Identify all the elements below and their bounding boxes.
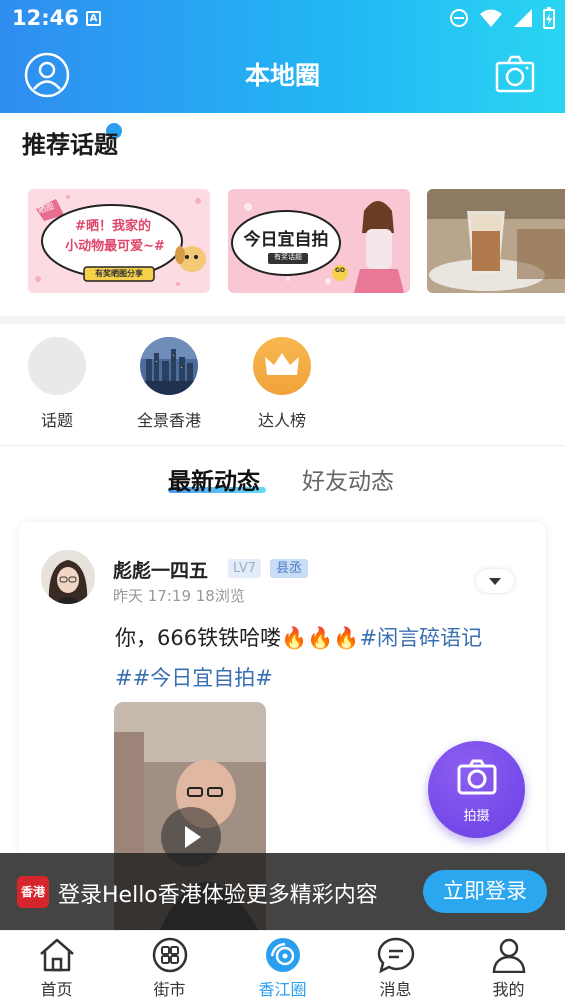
app-header: 12:46 A 本地圈 (0, 0, 565, 113)
divider (0, 445, 565, 446)
nav-messages-label: 消息 (379, 980, 412, 999)
selfie-card-tag: 有奖话题 (274, 253, 302, 261)
grid-icon (152, 937, 187, 973)
camera-icon[interactable] (495, 54, 535, 94)
entry-leaderboard-label: 达人榜 (257, 411, 306, 430)
page-title: 本地圈 (244, 61, 320, 90)
entry-hk-panorama[interactable]: 全景香港 (114, 335, 224, 431)
nav-profile[interactable]: 我的 (452, 931, 565, 1004)
nav-home[interactable]: 首页 (0, 931, 113, 1004)
shoot-label: 拍摄 (463, 809, 490, 824)
post-tag-1[interactable]: #闲言碎语记 (360, 626, 483, 650)
selfie-card-title: 今日宜自拍 (243, 230, 329, 250)
signal-icon (514, 9, 532, 27)
circle-icon (265, 938, 300, 972)
post-text: 你，666铁铁哈喽🔥🔥🔥#闲言碎语记 ##今日宜自拍# (115, 618, 525, 698)
nav-profile-label: 我的 (492, 980, 525, 999)
selfie-card-badge: GO (334, 267, 346, 274)
section-divider (0, 316, 565, 324)
nav-market-label: 街市 (153, 980, 186, 999)
wifi-icon (480, 9, 502, 27)
panorama-icon (140, 337, 198, 395)
fire-emoji: 🔥🔥🔥 (281, 626, 360, 650)
login-prompt: 登录Hello香港体验更多精彩内容 (58, 883, 378, 908)
crown-icon (253, 337, 311, 395)
level-badge: LV7 (228, 559, 261, 578)
status-icons (449, 7, 555, 29)
topic-carousel[interactable]: #晒！我家的 小动物最可爱~# 有奖晒图分享 晒图 今日宜自拍 有奖话题 GO (0, 189, 565, 295)
login-banner: 香港 登录Hello香港体验更多精彩内容 立即登录 (0, 853, 565, 930)
status-time: 12:46 (12, 6, 79, 30)
pets-card-line1: #晒！我家的 (75, 219, 151, 234)
post-menu-chevron-icon[interactable] (476, 569, 514, 593)
message-icon (377, 937, 414, 973)
topic-card-coffee[interactable] (427, 189, 565, 293)
topic-card-pets[interactable]: #晒！我家的 小动物最可爱~# 有奖晒图分享 晒图 (28, 189, 210, 293)
tab-latest[interactable]: 最新动态 (168, 462, 260, 496)
nav-market[interactable]: 街市 (113, 931, 226, 1004)
app-logo: 香港 (17, 876, 49, 908)
entry-leaderboard[interactable]: 达人榜 (227, 335, 337, 431)
entry-topics-label: 话题 (40, 411, 73, 430)
nav-circle-label: 香江圈 (258, 980, 307, 999)
nav-messages[interactable]: 消息 (339, 931, 452, 1004)
entry-hk-panorama-label: 全景香港 (136, 411, 201, 430)
nav-circle[interactable]: 香江圈 (226, 931, 339, 1004)
entry-topics[interactable]: 话题 (2, 335, 112, 431)
post-text-plain: 你，666铁铁哈喽 (115, 626, 282, 650)
section-title-recommended: 推荐话题 (22, 131, 118, 159)
coffee-photo (427, 189, 565, 293)
shoot-button[interactable]: 拍摄 (428, 741, 525, 838)
home-icon (39, 938, 74, 972)
profile-icon (492, 938, 525, 973)
pets-card-line2: 小动物最可爱~# (65, 239, 165, 254)
post-meta: 昨天 17:19 18浏览 (113, 587, 245, 605)
battery-icon (543, 7, 555, 29)
nav-home-label: 首页 (40, 980, 73, 999)
login-button[interactable]: 立即登录 (423, 870, 547, 913)
dnd-icon (450, 9, 468, 27)
post-author[interactable]: 彪彪一四五 (113, 556, 208, 583)
topic-card-selfie[interactable]: 今日宜自拍 有奖话题 GO (228, 189, 410, 293)
avatar[interactable] (41, 550, 95, 604)
camera-icon (457, 759, 497, 795)
quick-entries: 话题 全景香港 达人榜 (0, 335, 565, 435)
notification-icon: A (86, 11, 101, 26)
post-tag-2[interactable]: ##今日宜自拍# (115, 666, 273, 690)
topics-icon (28, 337, 86, 395)
title-badge: 县丞 (270, 559, 309, 578)
pets-card-tag: 有奖晒图分享 (95, 269, 143, 278)
bottom-nav: 首页 街市 香江圈 消息 我的 (0, 930, 565, 1004)
screen: 12:46 A 本地圈 推荐话题 #晒！我家的 小动物最可爱~# 有奖晒图分享 … (0, 0, 565, 1004)
tab-friends[interactable]: 好友动态 (302, 462, 394, 496)
